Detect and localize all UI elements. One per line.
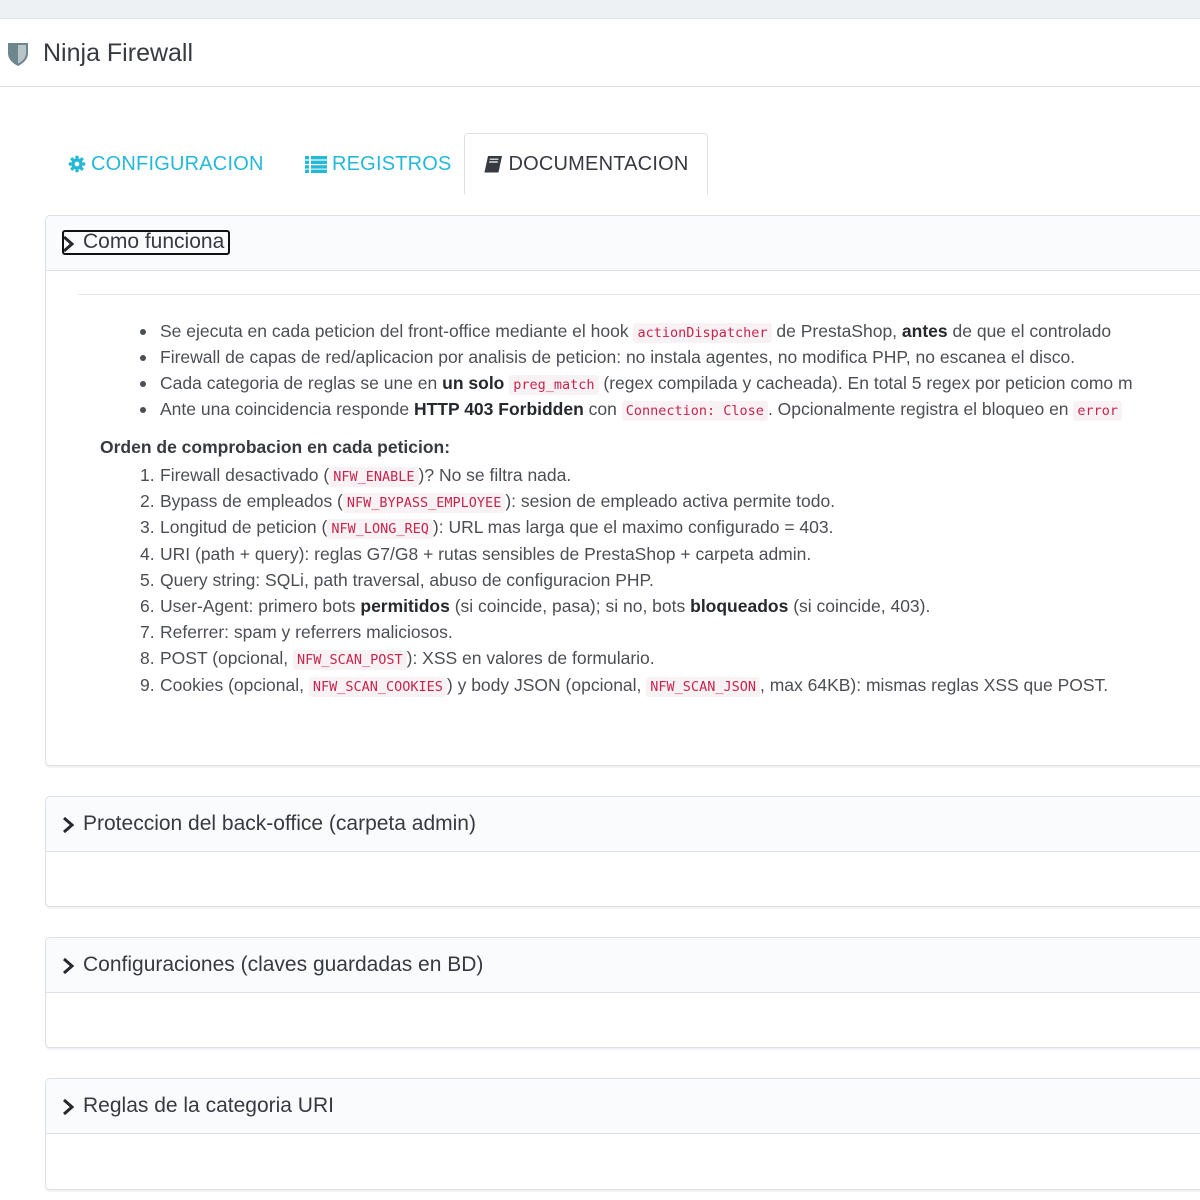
panel-title: Proteccion del back-office (carpeta admi… [83, 812, 476, 835]
code-snippet: error [1073, 401, 1123, 421]
list-item: 7. Referrer: spam y referrers maliciosos. [140, 622, 453, 642]
book-icon [484, 156, 503, 173]
panel-header[interactable]: Proteccion del back-office (carpeta admi… [46, 797, 1200, 852]
order-heading: Orden de comprobacion en cada peticion: [100, 437, 451, 457]
code-snippet: NFW_SCAN_JSON [646, 677, 760, 697]
chevron-right-icon [63, 816, 74, 834]
gear-icon [68, 155, 86, 173]
page-title: Ninja Firewall [43, 39, 194, 67]
panel-reglas-uri: Reglas de la categoria URI [45, 1078, 1200, 1190]
divider [78, 294, 1200, 295]
panel-proteccion-backoffice: Proteccion del back-office (carpeta admi… [45, 796, 1200, 907]
page-header: Ninja Firewall [0, 18, 1200, 87]
panel-como-funciona: Como funciona Se ejecuta en cada peticio… [45, 215, 1200, 766]
list-item: 4. URI (path + query): reglas G7/G8 + rut… [140, 544, 812, 564]
tab-configuracion[interactable]: CONFIGURACION [68, 134, 264, 194]
list-item: 5. Query string: SQLi, path traversal, ab… [140, 570, 654, 590]
main-content: CONFIGURACION REGISTROS DOCUMENTACION Co… [0, 87, 1200, 1200]
tab-documentacion[interactable]: DOCUMENTACION [464, 133, 708, 195]
tab-label: DOCUMENTACION [508, 152, 689, 175]
list-item: 6. User-Agent: primero bots permitidos (s… [140, 596, 931, 616]
code-snippet: NFW_SCAN_COOKIES [308, 677, 447, 697]
list-item: Cada categoria de reglas se une en un so… [140, 371, 1133, 397]
list-item: Firewall de capas de red/aplicacion por … [139, 347, 1076, 367]
list-item: Se ejecuta en cada peticion del front-of… [139, 319, 1111, 345]
list-item: 9. Cookies (opcional, NFW_SCAN_COOKIES) y… [140, 675, 1109, 697]
tab-label: CONFIGURACION [91, 152, 264, 175]
chevron-right-icon [63, 957, 74, 975]
code-snippet: NFW_LONG_REQ [327, 519, 433, 539]
list-item: 3. Longitud de peticion (NFW_LONG_REQ): U… [140, 517, 834, 539]
code-snippet: NFW_BYPASS_EMPLOYEE [342, 493, 506, 513]
chevron-right-icon [63, 1098, 74, 1116]
shield-icon [8, 43, 28, 66]
list-item: 8. POST (opcional, NFW_SCAN_POST): XSS en… [140, 648, 655, 670]
panel-header[interactable]: Como funciona [46, 216, 1200, 271]
code-snippet: actionDispatcher [633, 323, 772, 343]
code-snippet: preg_match [509, 375, 599, 395]
panel-title: Reglas de la categoria URI [83, 1094, 334, 1117]
code-snippet: NFW_SCAN_POST [292, 650, 407, 670]
list-icon [305, 155, 327, 173]
panel-header[interactable]: Configuraciones (claves guardadas en BD) [46, 938, 1200, 993]
tab-label: REGISTROS [332, 152, 452, 175]
focus-ring [62, 230, 230, 255]
tab-registros[interactable]: REGISTROS [305, 134, 452, 194]
list-item: Ante una coincidencia responde HTTP 403 … [139, 397, 1123, 423]
code-snippet: Connection: Close [621, 401, 768, 421]
list-item: 2. Bypass de empleados (NFW_BYPASS_EMPLOY… [140, 491, 836, 513]
panel-configuraciones: Configuraciones (claves guardadas en BD) [45, 937, 1200, 1048]
panel-title: Configuraciones (claves guardadas en BD) [83, 953, 484, 976]
list-item: 1. Firewall desactivado (NFW_ENABLE)? No … [140, 465, 572, 487]
panel-header[interactable]: Reglas de la categoria URI [46, 1079, 1200, 1134]
code-snippet: NFW_ENABLE [329, 467, 419, 487]
